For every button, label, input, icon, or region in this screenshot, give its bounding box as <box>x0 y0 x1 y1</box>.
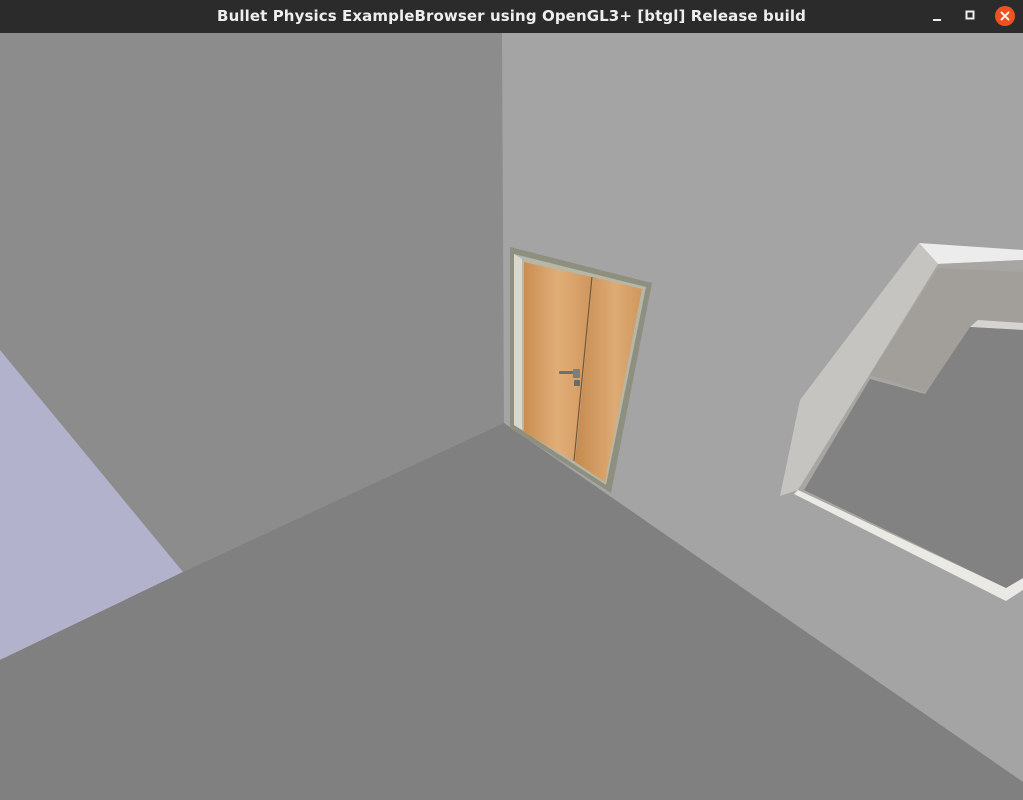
close-icon <box>995 6 1015 26</box>
maximize-button[interactable] <box>959 5 981 27</box>
title-bar[interactable]: Bullet Physics ExampleBrowser using Open… <box>0 0 1023 33</box>
window-title: Bullet Physics ExampleBrowser using Open… <box>217 7 806 25</box>
close-button[interactable] <box>994 5 1016 27</box>
app-window: Bullet Physics ExampleBrowser using Open… <box>0 0 1023 800</box>
minimize-icon <box>933 19 941 21</box>
opengl-viewport[interactable] <box>0 33 1023 800</box>
3d-scene[interactable] <box>0 33 1023 800</box>
door-jamb <box>514 254 522 430</box>
maximize-icon <box>965 10 975 20</box>
minimize-button[interactable] <box>926 5 948 27</box>
